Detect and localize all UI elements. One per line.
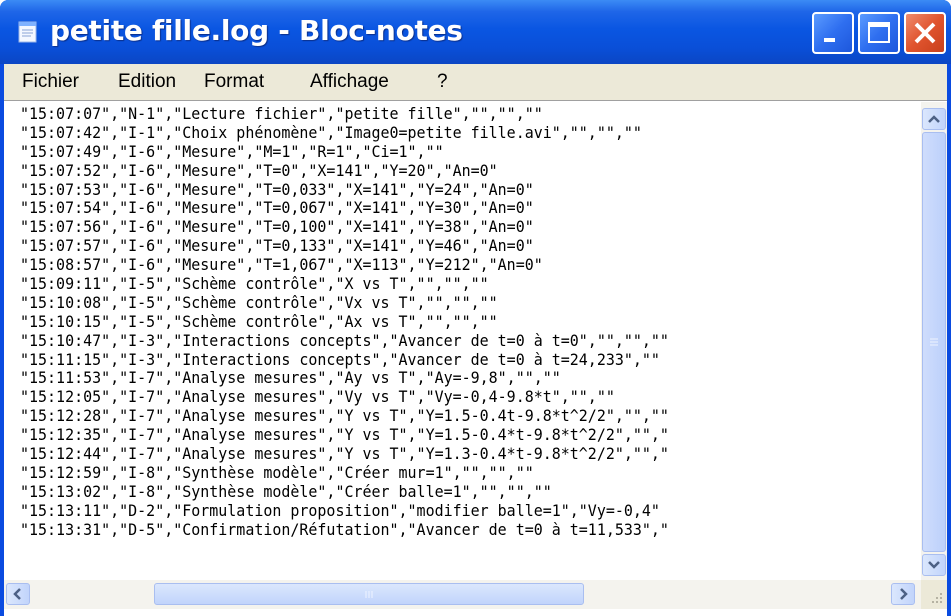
log-line: "15:10:47","I-3","Interactions concepts"… <box>20 331 669 350</box>
title-bar[interactable]: petite fille.log - Bloc-notes <box>0 0 951 64</box>
log-line: "15:07:07","N-1","Lecture fichier","peti… <box>20 105 543 123</box>
document-text[interactable]: "15:07:07","N-1","Lecture fichier","peti… <box>20 105 920 581</box>
close-button[interactable] <box>904 12 946 54</box>
text-editor[interactable]: "15:07:07","N-1","Lecture fichier","peti… <box>4 100 947 616</box>
scroll-down-icon <box>928 561 940 569</box>
log-line: "15:12:44","I-7","Analyse mesures","Y vs… <box>20 445 669 464</box>
menu-bar: Fichier Edition Format Affichage ? <box>4 64 947 100</box>
log-line: "15:13:31","D-5","Confirmation/Réfutatio… <box>20 520 669 539</box>
log-line: "15:07:57","I-6","Mesure","T=0,133","X=1… <box>20 237 534 256</box>
menu-edition[interactable]: Edition <box>118 64 176 100</box>
vertical-scroll-thumb[interactable] <box>922 132 946 552</box>
window-title: petite fille.log - Bloc-notes <box>50 14 463 47</box>
scroll-right-button[interactable] <box>891 583 915 605</box>
scroll-left-icon <box>13 588 21 600</box>
log-line: "15:13:02","I-8","Synthèse modèle","Crée… <box>20 482 552 501</box>
close-icon <box>914 22 936 44</box>
horizontal-scrollbar[interactable] <box>4 580 921 609</box>
log-line: "15:07:42","I-1","Choix phénomène","Imag… <box>20 123 642 142</box>
log-line: "15:07:53","I-6","Mesure","T=0,033","X=1… <box>20 180 534 199</box>
scroll-right-icon <box>900 588 908 600</box>
log-line: "15:13:11","D-2","Formulation propositio… <box>20 501 660 520</box>
notepad-window: petite fille.log - Bloc-notes Fichier Ed… <box>0 0 951 616</box>
horizontal-scroll-thumb[interactable] <box>154 583 584 605</box>
scroll-left-button[interactable] <box>6 583 30 605</box>
log-line: "15:12:28","I-7","Analyse mesures","Y vs… <box>20 407 669 426</box>
grip-icon <box>365 591 373 598</box>
log-line: "15:10:08","I-5","Schème contrôle","Vx v… <box>20 293 498 312</box>
log-line: "15:11:53","I-7","Analyse mesures","Ay v… <box>20 369 561 388</box>
log-line: "15:07:54","I-6","Mesure","T=0,067","X=1… <box>20 199 534 218</box>
scroll-up-icon <box>928 115 940 123</box>
log-line: "15:07:52","I-6","Mesure","T=0","X=141",… <box>20 161 498 180</box>
maximize-button[interactable] <box>858 12 900 54</box>
maximize-icon <box>868 22 890 43</box>
minimize-icon <box>824 38 835 42</box>
minimize-button[interactable] <box>812 12 854 54</box>
log-line: "15:12:05","I-7","Analyse mesures","Vy v… <box>20 388 615 407</box>
resize-grip[interactable] <box>921 580 947 609</box>
log-line: "15:09:11","I-5","Schème contrôle","X vs… <box>20 275 489 294</box>
notepad-icon <box>18 21 37 43</box>
menu-help[interactable]: ? <box>437 64 448 100</box>
resize-grip-icon <box>932 593 942 603</box>
vertical-scrollbar[interactable] <box>921 102 947 580</box>
menu-format[interactable]: Format <box>204 64 264 100</box>
scroll-down-button[interactable] <box>922 554 946 576</box>
grip-icon <box>930 338 938 346</box>
scroll-up-button[interactable] <box>922 108 946 130</box>
menu-affichage[interactable]: Affichage <box>310 64 389 100</box>
log-line: "15:08:57","I-6","Mesure","T=1,067","X=1… <box>20 256 543 275</box>
log-line: "15:12:59","I-8","Synthèse modèle","Crée… <box>20 463 534 482</box>
log-line: "15:07:56","I-6","Mesure","T=0,100","X=1… <box>20 218 534 237</box>
log-line: "15:10:15","I-5","Schème contrôle","Ax v… <box>20 312 498 331</box>
log-line: "15:11:15","I-3","Interactions concepts"… <box>20 350 660 369</box>
log-line: "15:07:49","I-6","Mesure","M=1","R=1","C… <box>20 142 444 161</box>
log-line: "15:12:35","I-7","Analyse mesures","Y vs… <box>20 426 669 445</box>
menu-fichier[interactable]: Fichier <box>22 64 79 100</box>
